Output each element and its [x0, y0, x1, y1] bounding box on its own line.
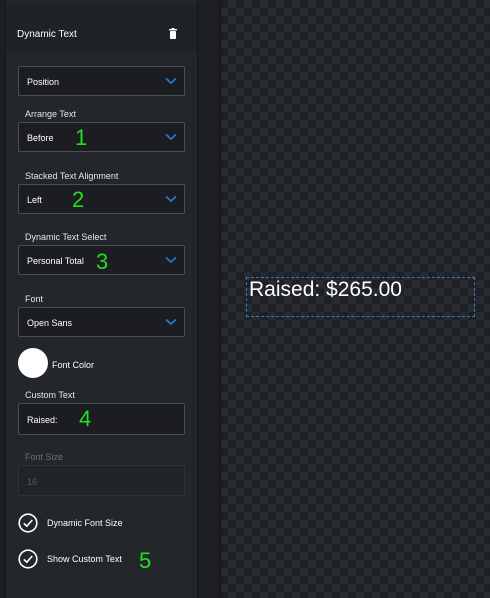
font-size-value: 16 — [27, 477, 38, 487]
annotation-5: 5 — [139, 548, 152, 573]
stacked-alignment-value: Left — [27, 195, 43, 205]
chevron-down-icon — [165, 133, 177, 141]
font-size-input[interactable]: 16 — [18, 465, 185, 496]
annotation-4: 4 — [79, 406, 92, 431]
arrange-text-label: Arrange Text — [25, 109, 76, 119]
custom-text-input[interactable]: Raised: — [18, 403, 185, 435]
arrange-text-select[interactable]: Before — [18, 122, 185, 152]
dynamic-text-select-label: Dynamic Text Select — [25, 232, 107, 242]
chevron-down-icon — [165, 195, 177, 203]
custom-text-label: Custom Text — [25, 390, 75, 400]
annotation-1: 1 — [75, 125, 88, 150]
font-color-label: Font Color — [52, 360, 95, 370]
font-select[interactable]: Open Sans — [18, 307, 185, 337]
font-label: Font — [25, 294, 44, 304]
dynamic-font-size-checkbox[interactable] — [18, 513, 38, 533]
panel-title: Dynamic Text — [17, 29, 77, 40]
font-size-label: Font Size — [25, 452, 64, 462]
font-select-value: Open Sans — [27, 318, 73, 328]
dynamic-text-element[interactable]: Raised: $265.00 — [246, 277, 475, 317]
annotation-2: 2 — [72, 187, 85, 212]
chevron-down-icon — [165, 318, 177, 326]
trash-icon[interactable] — [169, 28, 177, 39]
custom-text-value: Raised: — [27, 415, 58, 425]
position-select-value: Position — [27, 77, 60, 87]
preview-text: Raised: $265.00 — [249, 278, 402, 301]
show-custom-text-label: Show Custom Text — [47, 554, 122, 564]
stacked-alignment-select[interactable]: Left — [18, 184, 185, 214]
chevron-down-icon — [165, 77, 177, 85]
annotation-3: 3 — [96, 249, 109, 274]
divider — [220, 0, 221, 598]
show-custom-text-checkbox[interactable] — [18, 549, 38, 569]
chevron-down-icon — [165, 256, 177, 264]
dynamic-text-select-value: Personal Total — [27, 256, 84, 266]
settings-panel: Dynamic Text Position Arrange Text Befor… — [5, 0, 198, 598]
position-select[interactable]: Position — [18, 66, 185, 96]
arrange-text-value: Before — [27, 133, 54, 143]
panel-header: Dynamic Text — [6, 5, 197, 53]
dynamic-font-size-label: Dynamic Font Size — [47, 518, 123, 528]
font-color-swatch[interactable] — [18, 348, 48, 378]
stacked-alignment-label: Stacked Text Alignment — [25, 171, 119, 181]
